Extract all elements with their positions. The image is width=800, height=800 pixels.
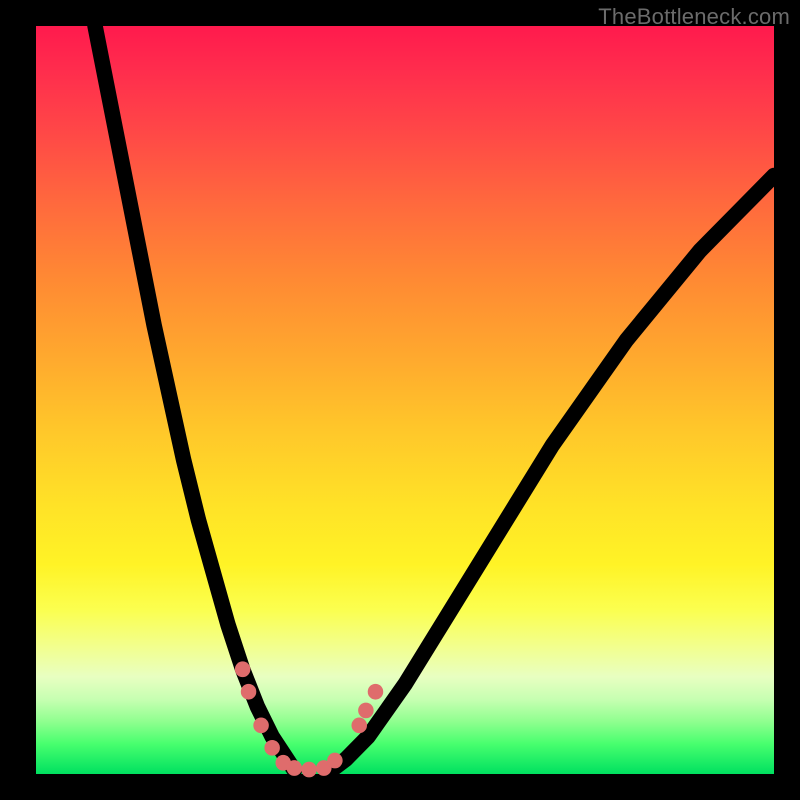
- marker-dot: [351, 718, 366, 734]
- curve-left: [95, 26, 294, 770]
- marker-dot: [241, 684, 256, 700]
- marker-dot: [358, 703, 373, 719]
- marker-dot: [368, 684, 383, 700]
- plot-area: [36, 26, 774, 774]
- marker-dot: [253, 718, 268, 734]
- marker-dot: [264, 740, 279, 756]
- curve-right: [331, 176, 774, 771]
- chart-svg: [36, 26, 774, 774]
- marker-dot: [235, 661, 250, 677]
- marker-dot: [301, 762, 316, 778]
- chart-frame: TheBottleneck.com: [0, 0, 800, 800]
- marker-dot: [327, 753, 342, 769]
- highlight-dots: [235, 661, 383, 777]
- marker-dot: [287, 760, 302, 776]
